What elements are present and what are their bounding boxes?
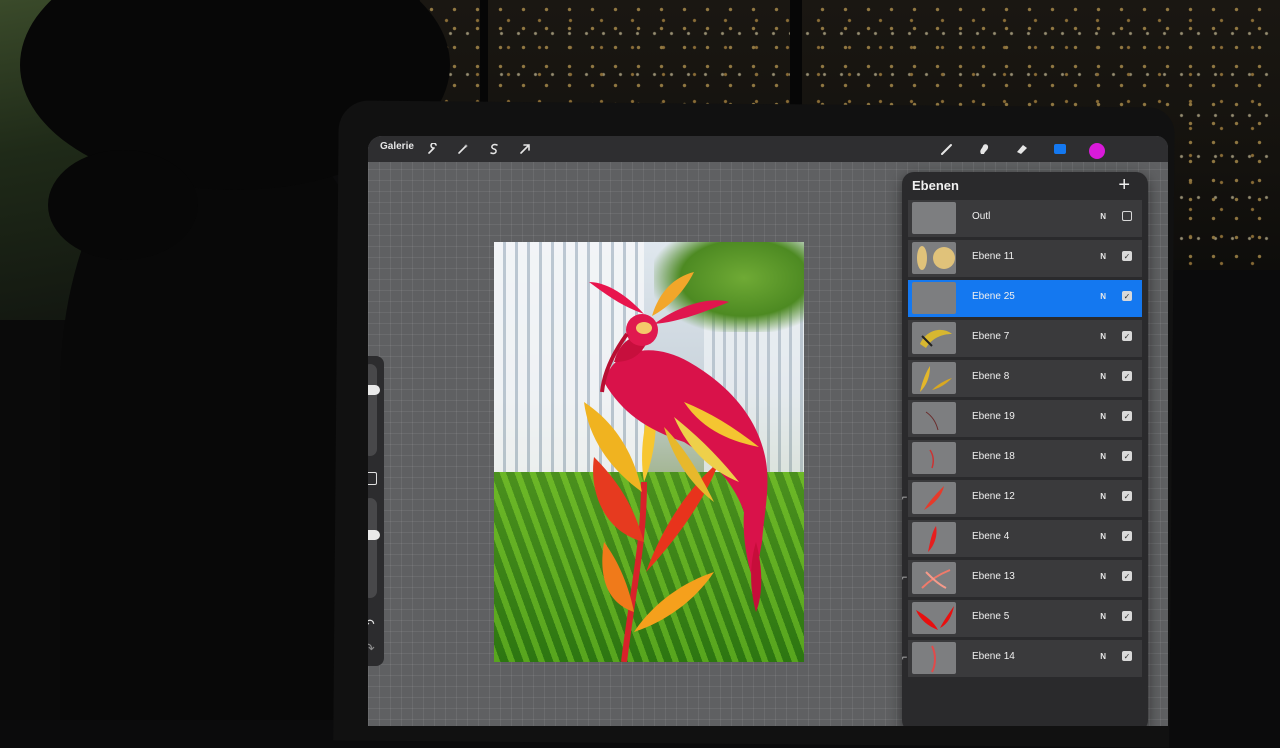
blend-mode-button[interactable]: N — [1100, 372, 1106, 381]
blend-mode-button[interactable]: N — [1100, 292, 1106, 301]
layer-name: Ebene 8 — [972, 371, 1010, 382]
layer-name: Outl — [972, 211, 991, 222]
brush-icon[interactable] — [938, 140, 956, 158]
layer-visibility-checkbox[interactable]: ✓ — [1122, 651, 1132, 661]
layer-name: Ebene 11 — [972, 251, 1015, 262]
layer-name: Ebene 4 — [972, 531, 1010, 542]
layers-icon[interactable] — [1051, 140, 1069, 158]
top-toolbar: Galerie — [368, 136, 1168, 162]
blend-mode-button[interactable]: N — [1100, 452, 1106, 461]
layer-visibility-checkbox[interactable]: ✓ — [1122, 291, 1132, 301]
layer-visibility-checkbox[interactable]: ✓ — [1122, 331, 1132, 341]
blend-mode-button[interactable]: N — [1100, 652, 1106, 661]
layer-visibility-checkbox[interactable]: ✓ — [1122, 491, 1132, 501]
person-silhouette-ear — [48, 150, 198, 260]
layer-name: Ebene 18 — [972, 451, 1015, 462]
layer-row[interactable]: Ebene 5 N ✓ — [908, 600, 1142, 638]
redo-icon[interactable]: ↷ — [368, 640, 375, 657]
layer-thumbnail[interactable] — [912, 442, 956, 474]
layer-row[interactable]: Ebene 18 N ✓ — [908, 440, 1142, 478]
layer-name: Ebene 25 — [972, 291, 1015, 302]
layers-panel-title: Ebenen — [912, 178, 959, 193]
layer-thumbnail[interactable] — [912, 602, 956, 634]
layer-thumbnail[interactable] — [912, 322, 956, 354]
layer-thumbnail[interactable] — [912, 242, 956, 274]
layer-thumbnail[interactable] — [912, 282, 956, 314]
blend-mode-button[interactable]: N — [1100, 412, 1106, 421]
layer-thumbnail[interactable] — [912, 362, 956, 394]
layer-row[interactable]: ⌐ Ebene 14 N ✓ — [902, 640, 1142, 678]
layer-row[interactable]: ⌐ Ebene 12 N ✓ — [902, 480, 1142, 518]
blend-mode-button[interactable]: N — [1100, 572, 1106, 581]
layer-visibility-checkbox[interactable]: ✓ — [1122, 571, 1132, 581]
layers-panel: Ebenen + Outl N Ebene 11 N ✓ Ebene 25 N ✓ Ebene … — [902, 172, 1148, 726]
opacity-slider[interactable] — [368, 498, 380, 598]
layer-name: Ebene 19 — [972, 411, 1015, 422]
layer-visibility-checkbox[interactable]: ✓ — [1122, 251, 1132, 261]
add-layer-button[interactable]: + — [1118, 174, 1130, 196]
magic-wand-icon[interactable] — [454, 140, 472, 158]
artwork-canvas[interactable] — [494, 242, 804, 662]
clipping-mask-icon: ⌐ — [902, 572, 908, 582]
layer-thumbnail[interactable] — [912, 522, 956, 554]
layer-name: Ebene 7 — [972, 331, 1010, 342]
clipping-mask-icon: ⌐ — [902, 492, 908, 502]
blend-mode-button[interactable]: N — [1100, 252, 1106, 261]
layer-thumbnail[interactable] — [912, 402, 956, 434]
bird-flower-illustration — [584, 272, 768, 662]
eraser-icon[interactable] — [1013, 140, 1031, 158]
active-color-swatch[interactable] — [1089, 143, 1105, 159]
smudge-icon[interactable] — [975, 140, 993, 158]
modify-button[interactable] — [368, 472, 377, 485]
opacity-thumb[interactable] — [368, 529, 380, 540]
layer-row[interactable]: ⌐ Ebene 13 N ✓ — [902, 560, 1142, 598]
layer-thumbnail[interactable] — [912, 482, 956, 514]
layer-row[interactable]: Ebene 4 N ✓ — [908, 520, 1142, 558]
left-sidebar: ↶ ↷ — [368, 356, 384, 666]
layer-name: Ebene 5 — [972, 611, 1010, 622]
layer-row[interactable]: Ebene 8 N ✓ — [908, 360, 1142, 398]
brush-size-thumb[interactable] — [368, 384, 380, 395]
layer-visibility-checkbox[interactable]: ✓ — [1122, 611, 1132, 621]
undo-icon[interactable]: ↶ — [368, 616, 375, 633]
blend-mode-button[interactable]: N — [1100, 532, 1106, 541]
layer-thumbnail[interactable] — [912, 562, 956, 594]
selection-icon[interactable] — [485, 140, 503, 158]
blend-mode-button[interactable]: N — [1100, 332, 1106, 341]
layer-row[interactable]: Ebene 7 N ✓ — [908, 320, 1142, 358]
layer-row[interactable]: Ebene 25 N ✓ — [908, 280, 1142, 318]
layer-visibility-checkbox[interactable]: ✓ — [1122, 411, 1132, 421]
procreate-screen: Galerie ↶ ↷ Ebenen + Outl N Ebene 11 N ✓… — [368, 136, 1168, 726]
layer-row[interactable]: Ebene 11 N ✓ — [908, 240, 1142, 278]
layer-visibility-checkbox[interactable]: ✓ — [1122, 531, 1132, 541]
blend-mode-button[interactable]: N — [1100, 212, 1106, 221]
clipping-mask-icon: ⌐ — [902, 652, 908, 662]
blend-mode-button[interactable]: N — [1100, 612, 1106, 621]
layer-name: Ebene 12 — [972, 491, 1015, 502]
transform-arrow-icon[interactable] — [516, 140, 534, 158]
gallery-button[interactable]: Galerie — [380, 141, 414, 152]
layer-visibility-checkbox[interactable]: ✓ — [1122, 371, 1132, 381]
layer-row[interactable]: Outl N — [908, 200, 1142, 238]
layer-thumbnail[interactable] — [912, 202, 956, 234]
layer-thumbnail[interactable] — [912, 642, 956, 674]
blend-mode-button[interactable]: N — [1100, 492, 1106, 501]
layer-visibility-checkbox[interactable] — [1122, 211, 1132, 221]
layer-visibility-checkbox[interactable]: ✓ — [1122, 451, 1132, 461]
layer-name: Ebene 14 — [972, 651, 1015, 662]
wrench-icon[interactable] — [424, 140, 442, 158]
layer-row[interactable]: Ebene 19 N ✓ — [908, 400, 1142, 438]
brush-size-slider[interactable] — [368, 364, 380, 456]
layer-name: Ebene 13 — [972, 571, 1015, 582]
